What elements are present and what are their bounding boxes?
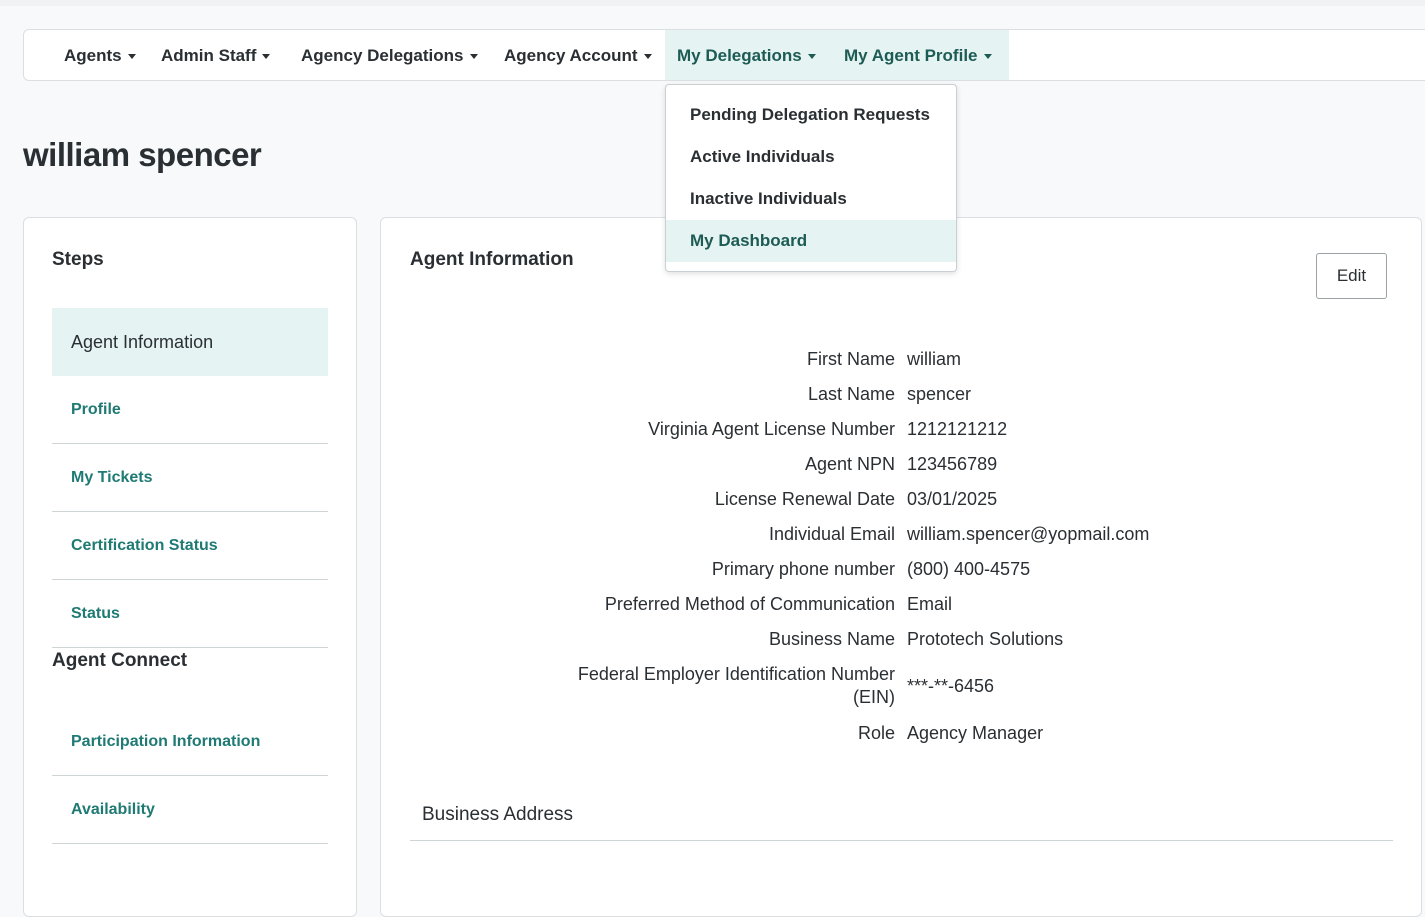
field-label: Business Name: [768, 629, 895, 649]
caret-down-icon: [262, 54, 271, 60]
nav-my-delegations[interactable]: My Delegations: [665, 30, 832, 80]
nav-agency-delegations[interactable]: Agency Delegations: [301, 30, 478, 80]
field-value: ***-**-6456: [907, 676, 995, 696]
caret-down-icon: [469, 54, 478, 60]
field-value: william: [907, 349, 961, 369]
step-availability[interactable]: Availability: [52, 776, 328, 844]
step-profile[interactable]: Profile: [52, 376, 328, 444]
business-address-heading: Business Address: [422, 804, 574, 825]
caret-down-icon: [127, 54, 136, 60]
field-label: Preferred Method of Communication: [604, 594, 895, 614]
agent-connect-heading: Agent Connect: [52, 650, 188, 671]
field-value: william.spencer@yopmail.com: [907, 524, 1150, 544]
field-label: Primary phone number: [711, 559, 895, 579]
field-value: Prototech Solutions: [907, 629, 1064, 649]
field-label: Role: [857, 723, 895, 743]
field-label: First Name: [806, 349, 895, 369]
field-value: Agency Manager: [907, 723, 1044, 743]
nav-admin-staff[interactable]: Admin Staff: [161, 30, 271, 80]
field-label: Agent NPN: [804, 454, 895, 474]
field-value: (800) 400-4575: [907, 559, 1031, 579]
dropdown-active-individuals[interactable]: Active Individuals: [666, 136, 956, 178]
field-label: License Renewal Date: [714, 489, 895, 509]
caret-down-icon: [643, 54, 652, 60]
field-label: Federal Employer Identification Number (…: [577, 664, 895, 707]
nav-agency-account[interactable]: Agency Account: [504, 30, 652, 80]
field-value: spencer: [907, 384, 972, 404]
step-my-tickets[interactable]: My Tickets: [52, 444, 328, 512]
agent-information-heading: Agent Information: [410, 249, 574, 270]
caret-down-icon: [983, 54, 992, 60]
dropdown-inactive-individuals[interactable]: Inactive Individuals: [666, 178, 956, 220]
caret-down-icon: [807, 54, 816, 60]
field-value: 1212121212: [907, 419, 1008, 439]
dropdown-my-dashboard[interactable]: My Dashboard: [666, 220, 956, 262]
edit-button[interactable]: Edit: [1316, 253, 1387, 299]
nav-agents[interactable]: Agents: [64, 30, 136, 80]
field-value: 03/01/2025: [907, 489, 998, 509]
step-participation-information[interactable]: Participation Information: [52, 708, 328, 776]
my-delegations-dropdown: Pending Delegation Requests Active Indiv…: [665, 84, 957, 272]
step-status[interactable]: Status: [52, 580, 328, 648]
page-title: william spencer: [23, 136, 262, 173]
field-label: Individual Email: [768, 524, 895, 544]
field-label: Last Name: [807, 384, 895, 404]
nav-my-agent-profile[interactable]: My Agent Profile: [832, 30, 1009, 80]
field-value: Email: [907, 594, 953, 614]
agent-information-panel: Agent Information Edit First Name willia…: [380, 217, 1422, 917]
field-value: 123456789: [907, 454, 998, 474]
top-strip: [0, 0, 1425, 6]
step-agent-information[interactable]: Agent Information: [52, 308, 328, 376]
steps-panel: Steps Agent Information Profile My Ticke…: [23, 217, 357, 917]
steps-heading: Steps: [52, 249, 104, 270]
divider: [410, 840, 1393, 841]
field-label: Virginia Agent License Number: [648, 419, 895, 439]
dropdown-pending-delegation-requests[interactable]: Pending Delegation Requests: [666, 94, 956, 136]
main-navbar: Agents Admin Staff Agency Delegations Ag…: [23, 29, 1425, 81]
step-certification-status[interactable]: Certification Status: [52, 512, 328, 580]
